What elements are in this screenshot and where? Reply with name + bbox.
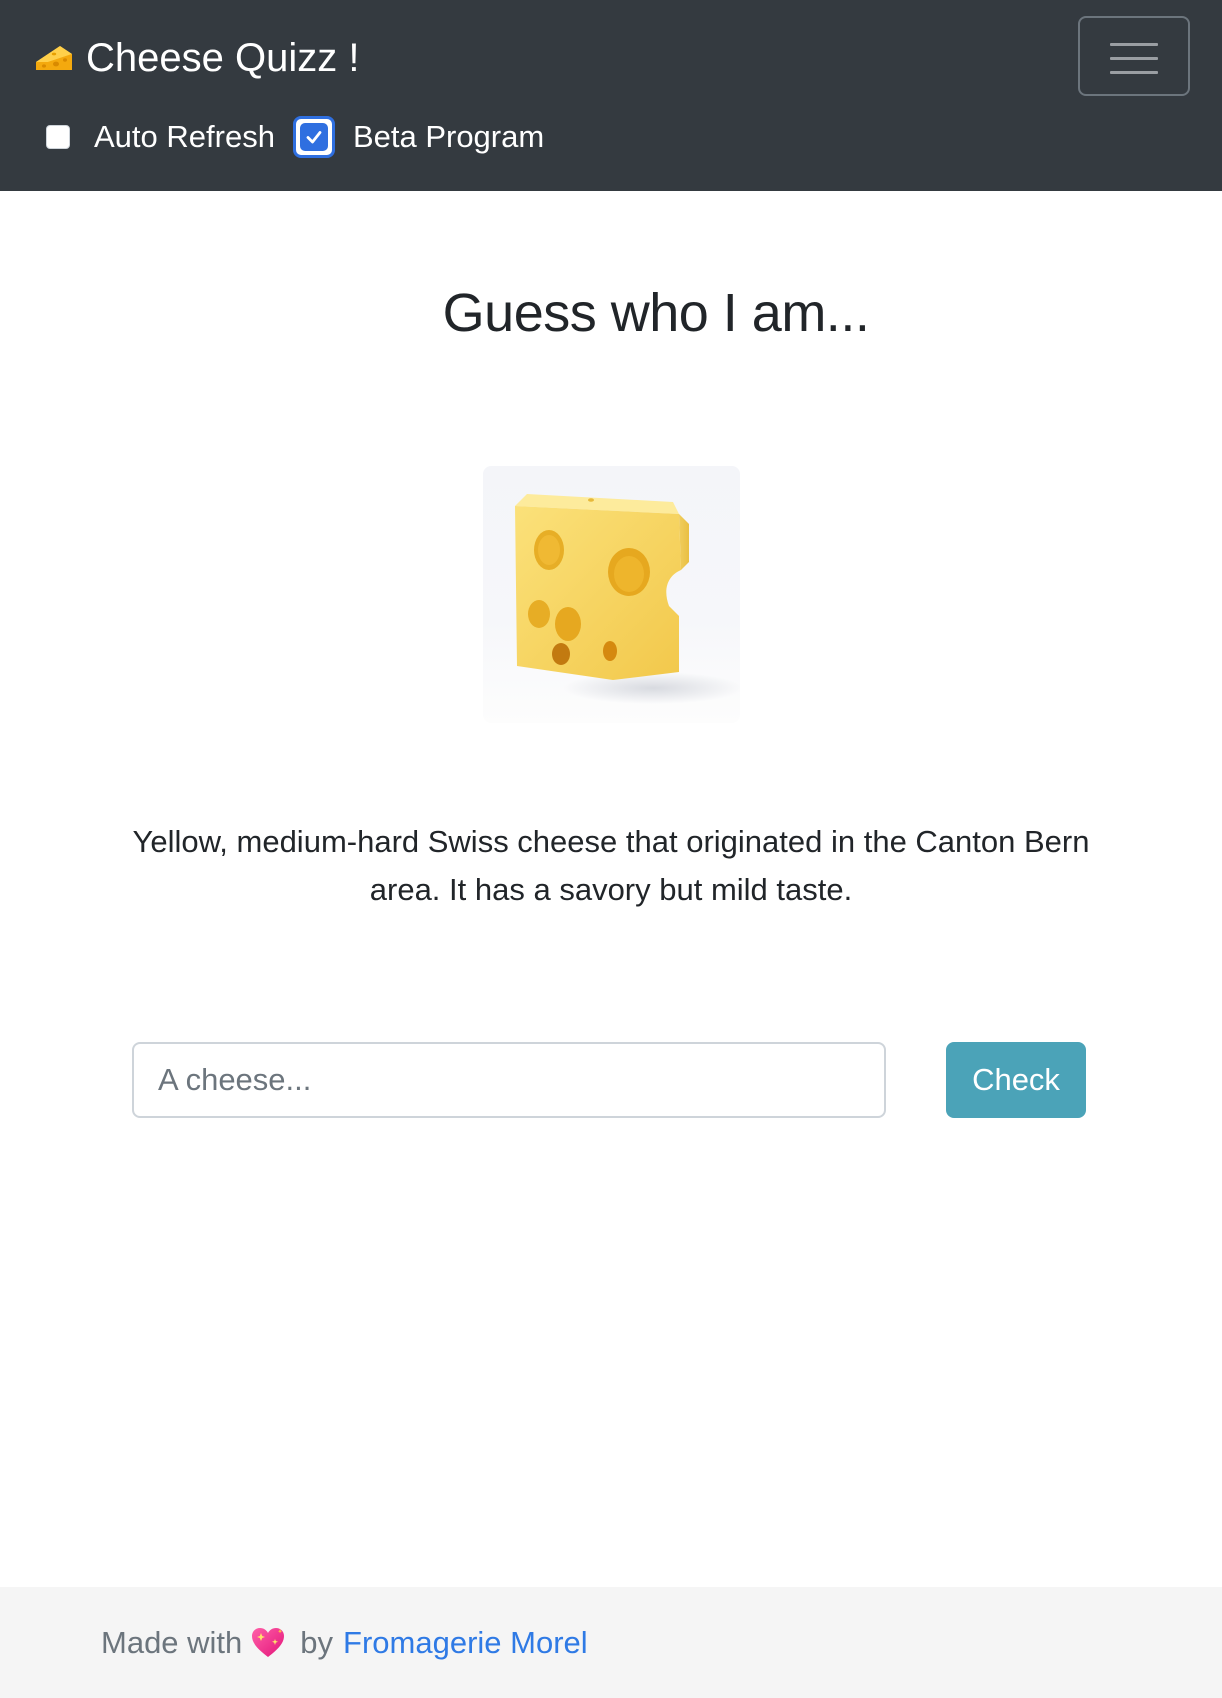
page-title: Guess who I am... bbox=[442, 283, 870, 343]
cheese-image bbox=[483, 466, 740, 723]
footer-made-with: Made with bbox=[101, 1625, 243, 1660]
brand-link[interactable]: Cheese Quizz ! bbox=[32, 30, 359, 86]
sparkling-heart-icon bbox=[250, 1626, 286, 1660]
footer: Made with by Fromagerie Morel bbox=[0, 1587, 1222, 1698]
cheese-answer-input[interactable] bbox=[132, 1042, 886, 1118]
beta-program-option[interactable]: Beta Program bbox=[292, 116, 545, 158]
check-button[interactable]: Check bbox=[946, 1042, 1086, 1118]
cheese-description: Yellow, medium-hard Swiss cheese that or… bbox=[132, 824, 1090, 907]
auto-refresh-label: Auto Refresh bbox=[94, 119, 275, 154]
footer-text: Made with by Fromagerie Morel bbox=[101, 1615, 588, 1671]
auto-refresh-checkbox[interactable] bbox=[46, 125, 70, 149]
checkmark-icon bbox=[299, 123, 328, 151]
beta-program-label: Beta Program bbox=[352, 119, 545, 154]
auto-refresh-option[interactable]: Auto Refresh bbox=[46, 119, 275, 155]
navbar: Cheese Quizz ! Auto Refresh Beta Program bbox=[0, 0, 1222, 191]
brand-label: Cheese Quizz ! bbox=[86, 35, 360, 80]
navbar-options: Auto Refresh Beta Program bbox=[46, 112, 566, 162]
navbar-toggler-button[interactable] bbox=[1078, 16, 1190, 96]
fromagerie-morel-link[interactable]: Fromagerie Morel bbox=[343, 1625, 588, 1661]
beta-program-checkbox[interactable] bbox=[292, 116, 335, 158]
cheese-icon bbox=[32, 40, 76, 76]
footer-by: by bbox=[300, 1625, 334, 1660]
hamburger-menu-icon bbox=[1110, 40, 1158, 76]
